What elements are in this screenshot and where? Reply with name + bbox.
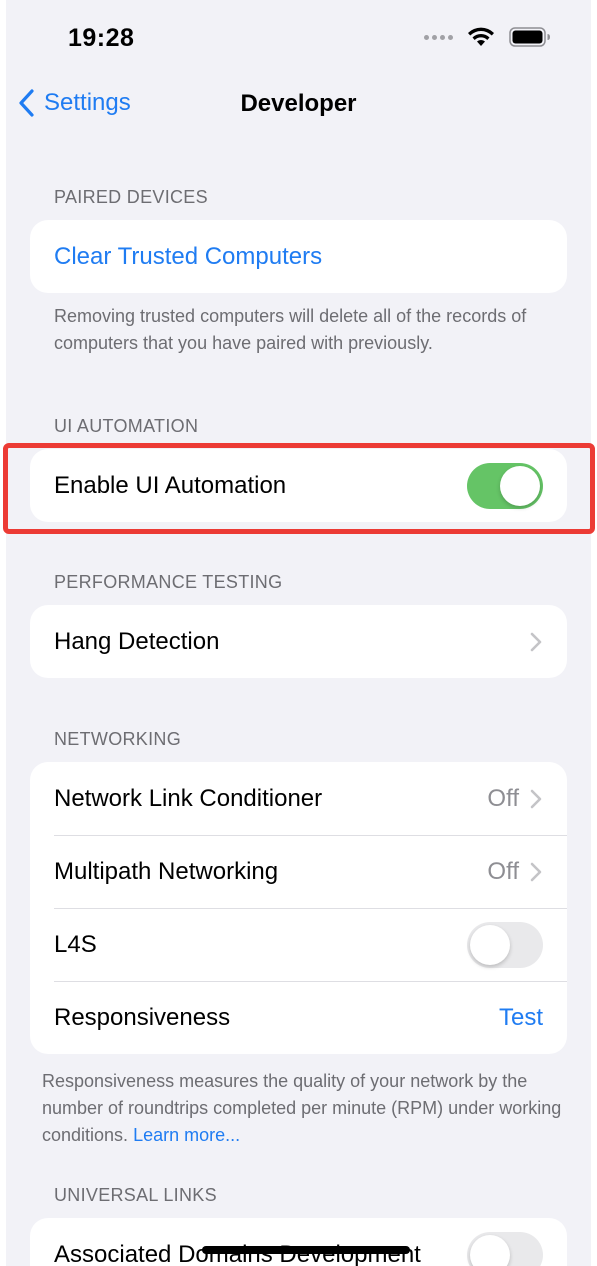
toggle-knob bbox=[500, 465, 540, 506]
chevron-right-icon bbox=[530, 789, 542, 808]
back-label: Settings bbox=[44, 89, 131, 116]
status-icons bbox=[424, 26, 551, 48]
clear-trusted-computers-label: Clear Trusted Computers bbox=[54, 242, 323, 270]
section-header-ui-automation: UI AUTOMATION bbox=[54, 416, 199, 436]
home-indicator[interactable] bbox=[202, 1246, 410, 1254]
paired-devices-footer: Removing trusted computers will delete a… bbox=[54, 306, 527, 353]
section-header-performance-testing: PERFORMANCE TESTING bbox=[54, 572, 283, 592]
chevron-left-icon bbox=[19, 89, 34, 117]
wifi-icon bbox=[468, 27, 494, 46]
hang-detection-row[interactable]: Hang Detection bbox=[30, 605, 567, 678]
group-universal-links: Associated Domains Development bbox=[30, 1218, 567, 1266]
battery-icon bbox=[509, 27, 550, 47]
status-bar: 19:28 bbox=[6, 0, 591, 70]
network-link-conditioner-row[interactable]: Network Link Conditioner Off bbox=[30, 762, 567, 835]
toggle-knob bbox=[470, 924, 510, 965]
associated-domains-row: Associated Domains Development bbox=[30, 1218, 567, 1266]
section-header-paired-devices: PAIRED DEVICES bbox=[54, 187, 208, 207]
enable-ui-automation-row: Enable UI Automation bbox=[30, 449, 567, 522]
section-header-universal-links: UNIVERSAL LINKS bbox=[54, 1185, 217, 1205]
network-link-conditioner-label: Network Link Conditioner bbox=[54, 784, 323, 812]
networking-footer-text: Responsiveness measures the quality of y… bbox=[42, 1071, 562, 1145]
back-button[interactable]: Settings bbox=[18, 88, 131, 118]
toggle-knob bbox=[470, 1234, 510, 1266]
l4s-row: L4S bbox=[30, 908, 567, 981]
group-networking: Network Link Conditioner Off Multipath N… bbox=[30, 762, 567, 1054]
multipath-networking-row[interactable]: Multipath Networking Off bbox=[30, 835, 567, 908]
enable-ui-automation-label: Enable UI Automation bbox=[54, 471, 287, 499]
responsiveness-label: Responsiveness bbox=[54, 1003, 231, 1031]
multipath-networking-value: Off bbox=[487, 857, 519, 885]
multipath-networking-label: Multipath Networking bbox=[54, 857, 279, 885]
responsiveness-test-button[interactable]: Test bbox=[499, 1004, 543, 1032]
clear-trusted-computers-button[interactable]: Clear Trusted Computers bbox=[30, 220, 567, 293]
settings-screen: 19:28 Developer Settings PAIRED DEVICES … bbox=[6, 0, 591, 1266]
chevron-right-icon bbox=[530, 632, 542, 651]
networking-footer: Responsiveness measures the quality of y… bbox=[42, 1068, 562, 1149]
chevron-right-icon bbox=[530, 862, 542, 881]
cellular-signal-icon bbox=[424, 34, 453, 40]
responsiveness-row: Responsiveness Test bbox=[30, 981, 567, 1054]
network-link-conditioner-value: Off bbox=[487, 784, 519, 812]
l4s-toggle[interactable] bbox=[467, 921, 543, 968]
navigation-bar: Developer Settings bbox=[6, 80, 591, 130]
enable-ui-automation-toggle[interactable] bbox=[467, 462, 543, 509]
section-header-networking: NETWORKING bbox=[54, 729, 181, 749]
group-paired-devices: Clear Trusted Computers bbox=[30, 220, 567, 293]
status-time: 19:28 bbox=[68, 24, 135, 52]
group-performance-testing: Hang Detection bbox=[30, 605, 567, 678]
learn-more-link[interactable]: Learn more... bbox=[133, 1125, 240, 1145]
hang-detection-label: Hang Detection bbox=[54, 627, 220, 655]
associated-domains-toggle[interactable] bbox=[467, 1231, 543, 1266]
l4s-label: L4S bbox=[54, 930, 97, 958]
group-ui-automation: Enable UI Automation bbox=[30, 449, 567, 522]
